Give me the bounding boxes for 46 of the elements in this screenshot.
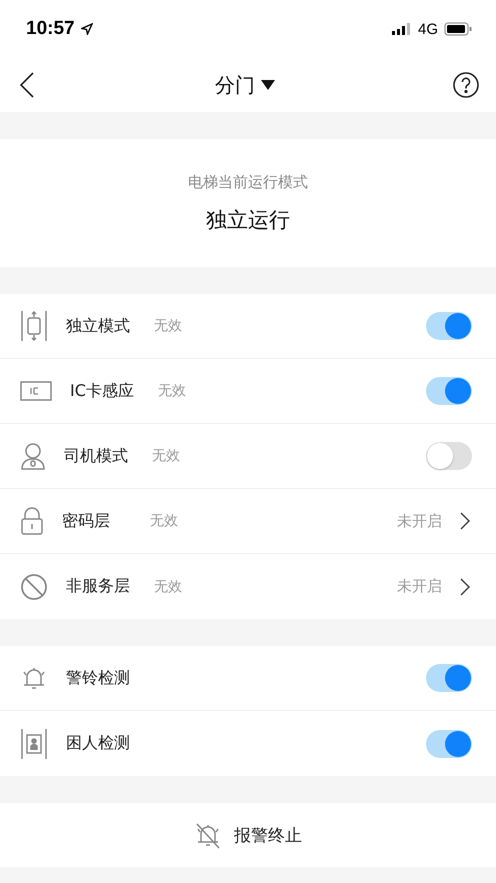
setting-label: 司机模式: [64, 446, 129, 466]
setting-status: 无效: [150, 512, 178, 530]
setting-row[interactable]: 独立模式 无效: [0, 294, 496, 359]
signal-icon: [392, 23, 412, 35]
setting-row[interactable]: 司机模式 无效: [0, 424, 496, 489]
card-icon: [20, 380, 52, 402]
setting-row[interactable]: 困人检测: [0, 711, 496, 776]
bell-off-icon: [194, 821, 222, 849]
setting-label: 独立模式: [66, 316, 131, 336]
elevator-icon: [20, 310, 48, 342]
stop-alarm-button[interactable]: 报警终止: [0, 803, 496, 867]
mode-value: 独立运行: [206, 206, 290, 234]
toggle-switch[interactable]: [426, 730, 472, 758]
setting-label: 困人检测: [66, 733, 131, 754]
setting-status: 无效: [154, 317, 182, 335]
lock-icon: [20, 506, 44, 536]
trapped-person-icon: [20, 728, 48, 760]
setting-label: IC卡感应: [70, 380, 135, 402]
setting-status: 无效: [158, 382, 186, 400]
status-time: 10:57: [26, 18, 75, 40]
setting-label: 警铃检测: [66, 668, 131, 688]
setting-label: 非服务层: [66, 576, 131, 597]
setting-row[interactable]: 警铃检测: [0, 646, 496, 711]
help-button[interactable]: [452, 71, 480, 99]
setting-row[interactable]: IC卡感应 无效: [0, 359, 496, 424]
prohibited-icon: [20, 572, 48, 600]
setting-status: 无效: [154, 578, 182, 596]
person-icon: [20, 442, 46, 470]
chevron-right-icon: [460, 512, 470, 530]
mode-caption: 电梯当前运行模式: [188, 172, 308, 192]
setting-value: 未开启: [397, 512, 442, 530]
toggle-switch[interactable]: [426, 377, 472, 405]
toggle-switch[interactable]: [426, 442, 472, 470]
location-arrow-icon: [80, 23, 93, 35]
setting-label: 密码层: [62, 510, 111, 532]
setting-value: 未开启: [397, 577, 442, 596]
door-selector[interactable]: 分门: [215, 72, 275, 98]
setting-row[interactable]: 密码层 无效 未开启: [0, 489, 496, 554]
caret-down-icon: [261, 80, 275, 90]
setting-status: 无效: [152, 447, 180, 465]
toggle-switch[interactable]: [426, 312, 472, 340]
setting-row[interactable]: 非服务层 无效 未开启: [0, 554, 496, 619]
toggle-switch[interactable]: [426, 664, 472, 692]
battery-icon: [444, 22, 472, 36]
network-label: 4G: [418, 20, 438, 38]
chevron-right-icon: [460, 578, 470, 596]
